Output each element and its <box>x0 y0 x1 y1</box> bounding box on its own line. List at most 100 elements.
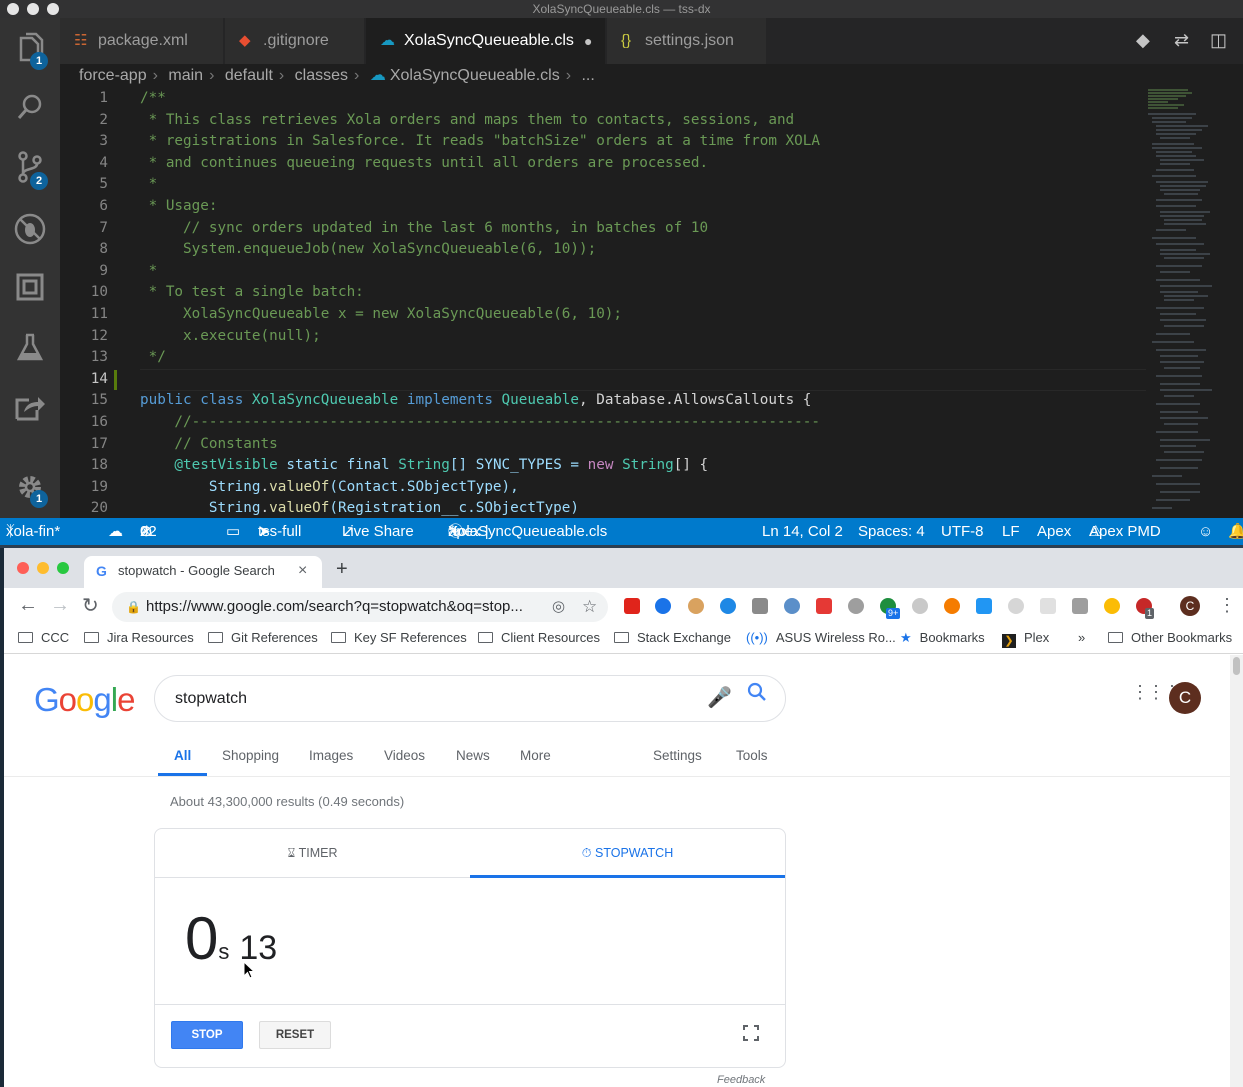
bookmark-folder[interactable]: Key SF References <box>331 626 467 650</box>
minimap[interactable] <box>1146 88 1243 518</box>
tab-settings-json[interactable]: {} settings.json <box>607 18 767 64</box>
encoding-status[interactable]: UTF-8 <box>941 518 984 545</box>
tab-news[interactable]: News <box>456 748 490 763</box>
breadcrumb-classes[interactable]: classes <box>295 67 348 84</box>
pocket-extension-icon[interactable] <box>624 598 640 614</box>
reset-button[interactable]: RESET <box>259 1021 331 1049</box>
bookmark-folder[interactable]: Jira Resources <box>84 626 194 650</box>
chrome-profile-avatar[interactable]: C <box>1180 596 1200 616</box>
chrome-menu-icon[interactable]: ⋮ <box>1218 595 1236 616</box>
tab-tools[interactable]: Tools <box>736 748 768 763</box>
split-editor-icon[interactable]: ◫ <box>1210 30 1227 51</box>
close-tab-icon[interactable]: × <box>298 556 307 586</box>
back-icon[interactable]: ← <box>18 594 38 617</box>
breadcrumb-more[interactable]: ... <box>581 67 594 84</box>
code-line: // Constants <box>140 435 278 452</box>
git-compare-icon[interactable]: ◆ <box>1136 30 1150 51</box>
tab-shopping[interactable]: Shopping <box>222 748 279 763</box>
tab-xolasyncqueueable[interactable]: ☁ XolaSyncQueueable.cls ● <box>366 18 606 64</box>
extension-icon[interactable] <box>912 598 928 614</box>
tab-stopwatch[interactable]: ⏱︎ STOPWATCH <box>470 829 785 877</box>
breadcrumb-main[interactable]: main <box>168 67 203 84</box>
sync-icon[interactable]: ☁ <box>108 518 123 545</box>
open-changes-icon[interactable]: ⇄ <box>1174 30 1189 51</box>
extensions-icon[interactable] <box>12 272 48 308</box>
extension-icon[interactable] <box>976 598 992 614</box>
search-input[interactable]: stopwatch 🎤 <box>154 675 786 722</box>
microphone-icon[interactable]: 🎤 <box>707 676 732 721</box>
tab-settings[interactable]: Settings <box>653 748 702 763</box>
bookmark-folder[interactable]: Other Bookmarks <box>1108 626 1232 650</box>
minimize-window-button[interactable] <box>27 3 39 15</box>
code-editor[interactable]: 1 /** 2 * This class retrieves Xola order… <box>60 88 1243 518</box>
google-logo[interactable]: Google <box>34 681 135 719</box>
breadcrumb-file[interactable]: XolaSyncQueueable.cls <box>390 67 560 84</box>
globe-extension-icon[interactable] <box>784 598 800 614</box>
browser-tab[interactable]: G stopwatch - Google Search × <box>84 556 322 588</box>
breadcrumb-force-app[interactable]: force-app <box>79 67 147 84</box>
unsaved-dot-icon[interactable]: ● <box>584 18 592 64</box>
new-tab-icon[interactable]: + <box>336 558 348 581</box>
language-mode[interactable]: Apex <box>1037 518 1071 545</box>
zoom-window-button[interactable] <box>47 3 59 15</box>
extension-icon[interactable] <box>1072 598 1088 614</box>
tab-images[interactable]: Images <box>309 748 353 763</box>
tab-gitignore[interactable]: ◆ .gitignore <box>225 18 365 64</box>
indentation-status[interactable]: Spaces: 4 <box>858 518 925 545</box>
fullscreen-icon[interactable] <box>743 1025 759 1046</box>
stop-button[interactable]: STOP <box>171 1021 243 1049</box>
extension-icon[interactable] <box>848 598 864 614</box>
bookmark-folder[interactable]: Git References <box>208 626 318 650</box>
feedback-smiley-icon[interactable]: ☺ <box>1198 518 1213 545</box>
reload-icon[interactable]: ↻ <box>82 593 99 618</box>
tab-package-xml[interactable]: ☷ package.xml <box>60 18 224 64</box>
bookmark-star-icon[interactable]: ☆ <box>582 592 597 622</box>
minimize-window-button[interactable] <box>37 562 49 574</box>
scrollbar[interactable] <box>1230 655 1243 1087</box>
bookmarks-overflow[interactable]: » <box>1078 626 1085 650</box>
extension-icon[interactable] <box>655 598 671 614</box>
notifications-bell-icon[interactable]: 🔔 <box>1228 518 1243 545</box>
feedback-link[interactable]: Feedback <box>717 1074 765 1086</box>
account-avatar[interactable]: C <box>1169 682 1201 714</box>
close-window-button[interactable] <box>17 562 29 574</box>
terminal-icon[interactable]: ▭ <box>226 518 240 545</box>
test-flask-icon[interactable] <box>12 332 48 368</box>
extension-icon[interactable] <box>816 598 832 614</box>
extension-badge: 1 <box>1145 608 1155 619</box>
scrollbar-thumb[interactable] <box>1233 657 1240 675</box>
search-icon[interactable] <box>747 675 767 720</box>
location-icon[interactable]: ◎ <box>552 592 565 622</box>
breadcrumb-default[interactable]: default <box>225 67 273 84</box>
zoom-window-button[interactable] <box>57 562 69 574</box>
bookmark-link[interactable]: ❯ Plex <box>1002 626 1049 650</box>
forward-icon[interactable]: → <box>50 594 70 617</box>
extension-icon[interactable] <box>944 598 960 614</box>
camera-extension-icon[interactable] <box>752 598 768 614</box>
bookmark-folder[interactable]: Stack Exchange <box>614 626 731 650</box>
bookmark-link[interactable]: ((•)) ASUS Wireless Ro... <box>746 626 896 650</box>
debug-icon[interactable] <box>12 212 48 248</box>
tab-more[interactable]: More <box>520 748 551 763</box>
extension-icon[interactable] <box>1040 598 1056 614</box>
address-bar[interactable]: 🔒 https://www.google.com/search?q=stopwa… <box>112 592 608 622</box>
cookie-extension-icon[interactable] <box>688 598 704 614</box>
code-token: . <box>260 500 270 517</box>
tab-videos[interactable]: Videos <box>384 748 425 763</box>
close-window-button[interactable] <box>7 3 19 15</box>
code-line: * registrations in Salesforce. It reads … <box>140 133 820 150</box>
cursor-position[interactable]: Ln 14, Col 2 <box>762 518 843 545</box>
tab-timer[interactable]: ⌛︎ TIMER <box>155 829 470 877</box>
extension-icon[interactable] <box>1008 598 1024 614</box>
tab-all[interactable]: All <box>174 748 191 763</box>
search-icon[interactable] <box>12 92 48 128</box>
eol-status[interactable]: LF <box>1002 518 1020 545</box>
line-number: 17 <box>90 435 108 452</box>
bookmark-link[interactable]: ★ Bookmarks <box>900 626 985 650</box>
bookmark-folder[interactable]: Client Resources <box>478 626 600 650</box>
live-share-icon[interactable] <box>12 392 48 428</box>
bookmark-folder[interactable]: CCC <box>18 626 69 650</box>
salesforce-extension-icon[interactable] <box>720 598 736 614</box>
extension-icon[interactable] <box>1104 598 1120 614</box>
chrome-tabstrip: G stopwatch - Google Search × + <box>4 548 1243 588</box>
